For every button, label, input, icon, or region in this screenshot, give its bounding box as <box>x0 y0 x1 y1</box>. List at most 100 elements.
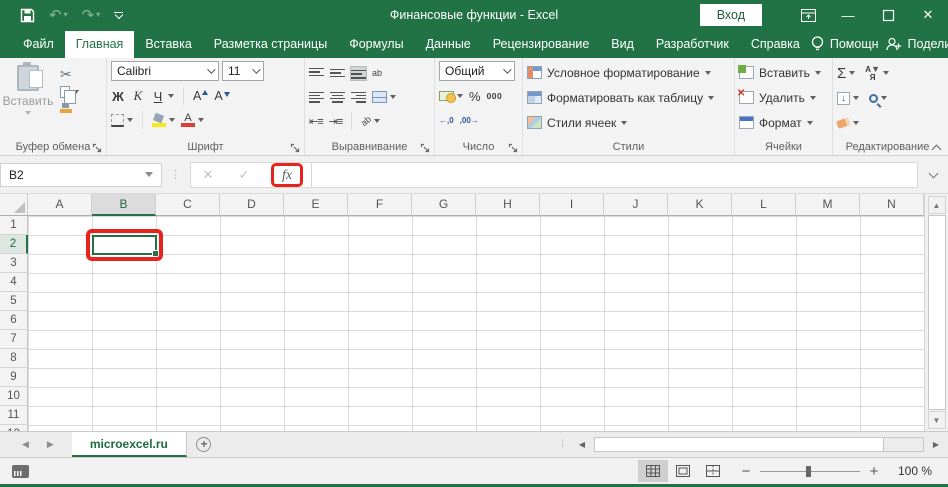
scroll-right-icon[interactable]: ▶ <box>928 437 944 453</box>
expand-formula-bar-icon[interactable] <box>918 173 948 177</box>
copy-button[interactable] <box>60 86 79 98</box>
help-lightbulb[interactable]: Помощн <box>811 36 879 52</box>
sort-filter-button[interactable]: А▼Я <box>865 65 889 80</box>
ribbon-tab[interactable]: Разметка страницы <box>203 31 338 58</box>
format-painter-icon[interactable] <box>60 103 72 113</box>
customize-qat-icon[interactable] <box>114 12 123 18</box>
minimize-button[interactable]: — <box>828 0 868 30</box>
column-header[interactable]: E <box>284 194 348 216</box>
row-header[interactable]: 4 <box>0 273 28 292</box>
horizontal-scrollbar[interactable] <box>594 437 924 452</box>
row-header[interactable]: 8 <box>0 349 28 368</box>
grow-font-button[interactable]: А <box>193 89 208 103</box>
italic-button[interactable]: К <box>131 88 145 104</box>
cancel-formula-icon[interactable]: ✕ <box>197 167 219 183</box>
find-select-button[interactable] <box>869 94 887 103</box>
ribbon-tab[interactable]: Файл <box>12 31 65 58</box>
scroll-down-icon[interactable]: ▼ <box>928 411 946 429</box>
percent-style-button[interactable]: % <box>469 89 481 104</box>
ribbon-display-options-icon[interactable] <box>788 0 828 30</box>
column-header[interactable]: N <box>860 194 924 216</box>
insert-cells-button[interactable]: Вставить <box>739 61 828 84</box>
paste-button[interactable]: Вставить <box>4 61 52 139</box>
borders-button[interactable] <box>111 114 133 127</box>
scroll-left-icon[interactable]: ◀ <box>574 437 590 453</box>
font-dialog-launcher-icon[interactable] <box>290 141 301 152</box>
vertical-scrollbar[interactable]: ▲ ▼ <box>924 194 948 431</box>
new-sheet-button[interactable]: + <box>187 432 221 457</box>
row-header[interactable]: 11 <box>0 406 28 425</box>
active-sheet-tab[interactable]: microexcel.ru <box>72 432 187 457</box>
column-header[interactable]: I <box>540 194 604 216</box>
shrink-font-button[interactable]: А <box>214 89 229 103</box>
row-header[interactable]: 9 <box>0 368 28 387</box>
align-middle-button[interactable] <box>330 67 345 80</box>
align-bottom-button[interactable] <box>351 67 366 80</box>
ribbon-tab[interactable]: Справка <box>740 31 811 58</box>
column-header[interactable]: B <box>92 194 156 216</box>
insert-function-button[interactable]: fx <box>276 167 298 184</box>
row-header[interactable]: 3 <box>0 254 28 273</box>
ribbon-tab[interactable]: Вставка <box>134 31 202 58</box>
maximize-button[interactable] <box>868 0 908 30</box>
formula-bar-grip[interactable]: ⋮ <box>162 168 190 181</box>
cut-icon[interactable]: ✂ <box>60 67 79 81</box>
ribbon-tab[interactable]: Вид <box>600 31 645 58</box>
underline-button[interactable]: Ч <box>151 89 174 104</box>
accounting-format-button[interactable] <box>439 91 463 101</box>
merge-center-button[interactable] <box>372 91 396 103</box>
scroll-up-icon[interactable]: ▲ <box>928 196 946 214</box>
tab-split-grip[interactable]: ⁞ <box>561 439 564 450</box>
column-header[interactable]: D <box>220 194 284 216</box>
name-box[interactable]: B2 <box>0 163 162 187</box>
column-header[interactable]: C <box>156 194 220 216</box>
row-header[interactable]: 6 <box>0 311 28 330</box>
align-center-button[interactable] <box>330 91 345 104</box>
autosum-button[interactable]: Σ <box>837 66 855 81</box>
clear-button[interactable] <box>837 119 859 127</box>
comma-style-button[interactable]: 000 <box>487 91 503 101</box>
ribbon-tab[interactable]: Главная <box>65 31 135 58</box>
decrease-indent-button[interactable]: ⇤≡ <box>309 115 323 128</box>
zoom-slider[interactable] <box>760 471 860 472</box>
format-cells-button[interactable]: Формат <box>739 111 828 134</box>
format-as-table-button[interactable]: Форматировать как таблицу <box>527 86 730 109</box>
column-header[interactable]: K <box>668 194 732 216</box>
row-header[interactable]: 12 <box>0 425 28 431</box>
number-dialog-launcher-icon[interactable] <box>508 141 519 152</box>
font-color-button[interactable]: А <box>181 113 204 127</box>
select-all-corner[interactable] <box>0 194 28 216</box>
selected-cell-b2[interactable] <box>92 235 157 255</box>
font-size-combobox[interactable]: 11 <box>222 61 264 81</box>
redo-icon[interactable]: ↷▾ <box>82 8 101 23</box>
column-header[interactable]: G <box>412 194 476 216</box>
ribbon-tab[interactable]: Данные <box>415 31 482 58</box>
column-header[interactable]: H <box>476 194 540 216</box>
zoom-slider-thumb[interactable] <box>806 466 811 477</box>
bold-button[interactable]: Ж <box>111 89 125 104</box>
zoom-level[interactable]: 100 % <box>892 464 932 478</box>
column-header[interactable]: L <box>732 194 796 216</box>
cell-styles-button[interactable]: Стили ячеек <box>527 111 730 134</box>
align-right-button[interactable] <box>351 91 366 104</box>
row-header[interactable]: 7 <box>0 330 28 349</box>
number-format-combobox[interactable]: Общий <box>439 61 515 81</box>
fill-color-button[interactable] <box>152 114 175 127</box>
wrap-text-button[interactable]: ab <box>372 69 382 78</box>
ribbon-tab[interactable]: Формулы <box>338 31 414 58</box>
row-header[interactable]: 1 <box>0 216 28 235</box>
vertical-scroll-thumb[interactable] <box>928 215 946 410</box>
next-sheet-icon[interactable]: ▶ <box>47 439 54 450</box>
prev-sheet-icon[interactable]: ◀ <box>22 439 29 450</box>
clipboard-dialog-launcher-icon[interactable] <box>92 141 103 152</box>
undo-icon[interactable]: ↶▾ <box>49 8 68 23</box>
close-button[interactable]: ✕ <box>908 0 948 30</box>
ribbon-tab[interactable]: Рецензирование <box>482 31 601 58</box>
zoom-in-icon[interactable]: + <box>868 463 880 480</box>
share-button[interactable]: Поделиться <box>886 37 948 51</box>
conditional-formatting-button[interactable]: Условное форматирование <box>527 61 730 84</box>
row-header[interactable]: 2 <box>0 235 28 254</box>
row-header[interactable]: 5 <box>0 292 28 311</box>
formula-input[interactable] <box>312 162 918 188</box>
normal-view-button[interactable] <box>638 460 668 482</box>
